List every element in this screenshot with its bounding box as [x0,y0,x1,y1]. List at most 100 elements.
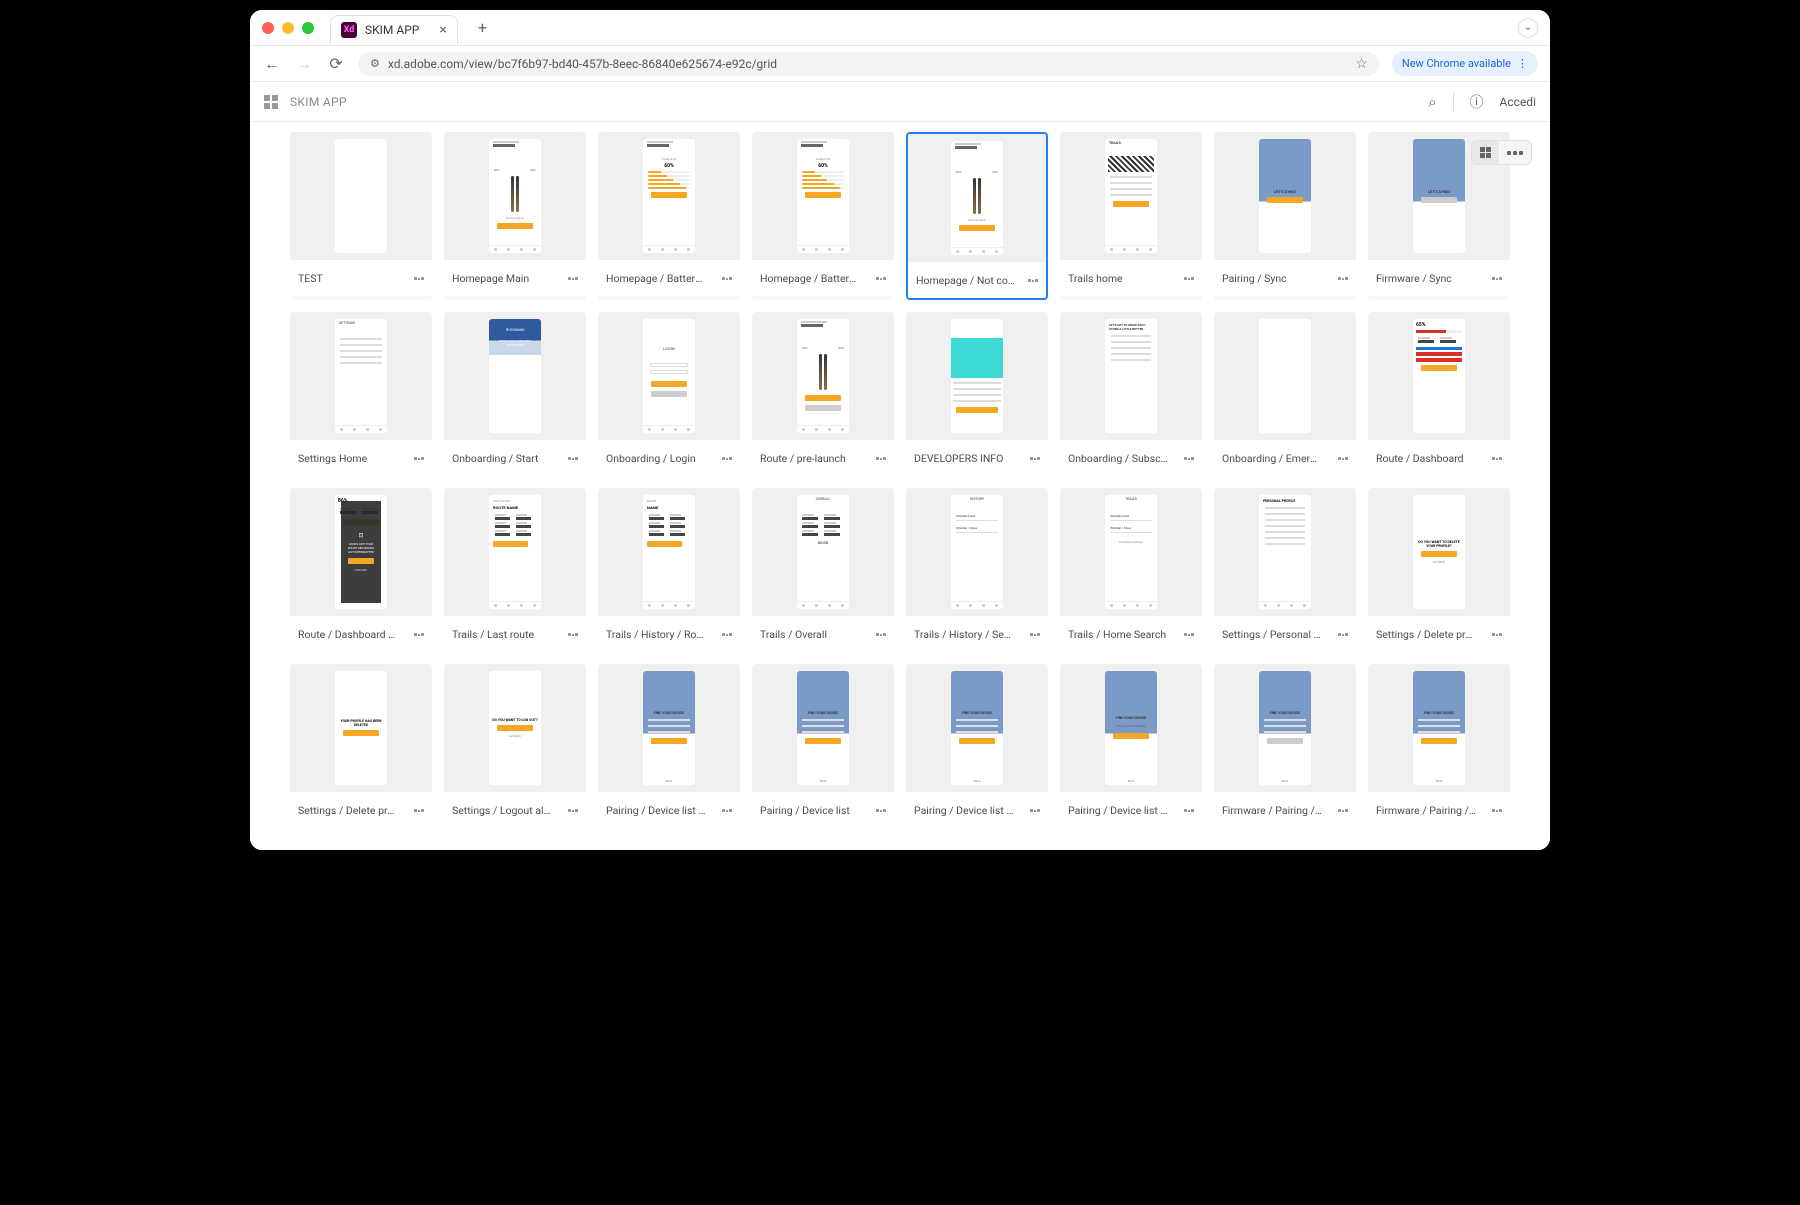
artboard-card[interactable]: LOGIN Onboarding / Login [598,312,740,476]
flow-icon[interactable] [1492,277,1502,280]
artboard-card[interactable]: LET'S SYNC! Pairing / Sync [1214,132,1356,300]
artboard-thumbnail: TRAILSWhistler/LandWhistler / SnowFavori… [1060,488,1202,616]
bookmark-star-icon[interactable]: ☆ [1355,56,1368,72]
forward-button[interactable]: → [294,54,314,74]
artboard-card[interactable]: SETTINGS Settings Home [290,312,432,476]
tabs-overflow-button[interactable]: ⌄ [1518,18,1538,38]
maximize-window-button[interactable] [302,22,314,34]
artboard-card[interactable]: ❄ ESKIMOREADY FOR YOUR NEXT ADVENTURE? O… [444,312,586,476]
artboard-card[interactable]: FIND YOUR DEVICEBack Firmware / Pairing … [1214,664,1356,828]
flow-icon[interactable] [568,277,578,280]
artboard-card[interactable]: FIND YOUR DEVICENothing found nearbyBack… [1060,664,1202,828]
grid-view-button[interactable] [1472,141,1499,164]
artboard-footer: Pairing / Device list / S… [906,792,1048,828]
artboard-card[interactable]: 60%60%Device name Homepage Main [444,132,586,300]
artboard-card[interactable]: Onboarding / Emerge… [1214,312,1356,476]
flow-icon[interactable] [876,277,886,280]
site-settings-icon[interactable]: ⚙ [370,57,380,70]
artboard-card[interactable]: TRAILSWhistler/LandWhistler / SnowFavori… [1060,488,1202,652]
flow-icon[interactable] [876,457,886,460]
url-field[interactable]: ⚙ xd.adobe.com/view/bc7f6b97-bd40-457b-8… [358,52,1380,76]
artboard-card[interactable]: FIND YOUR DEVICEBack Pairing / Device li… [752,664,894,828]
artboard-card[interactable]: FIND YOUR DEVICEBack Pairing / Device li… [906,664,1048,828]
flow-view-button[interactable] [1499,141,1531,164]
flow-icon[interactable] [1030,809,1040,812]
address-bar: ← → ⟳ ⚙ xd.adobe.com/view/bc7f6b97-bd40-… [250,46,1550,82]
flow-icon[interactable] [1184,809,1194,812]
artboard-thumbnail: ❄ ESKIMOREADY FOR YOUR NEXT ADVENTURE? [444,312,586,440]
new-tab-button[interactable]: + [472,16,493,39]
artboard-card[interactable]: DEVELOPERS INFO [906,312,1048,476]
artboard-thumbnail: FIND YOUR DEVICEBack [1214,664,1356,792]
flow-icon[interactable] [1028,279,1038,282]
search-icon[interactable]: ⌕ [1428,93,1436,111]
artboard-label: Pairing / Device list / S… [914,804,1014,817]
artboard-footer: Settings / Delete profil… [290,792,432,828]
flow-icon[interactable] [722,457,732,460]
flow-icon[interactable] [722,809,732,812]
artboard-footer: Pairing / Device list / Nothin… [1060,792,1202,828]
back-button[interactable]: ← [262,54,282,74]
artboard-thumbnail: HISTORYWhistler/LandWhistler / Snow [906,488,1048,616]
artboard-card[interactable]: DO YOU WANT TO LOG OUT?GO BACK Settings … [444,664,586,828]
close-window-button[interactable] [262,22,274,34]
home-grid-icon[interactable] [264,95,278,109]
artboard-card[interactable]: FIND YOUR DEVICEBack Firmware / Pairing … [1368,664,1510,828]
flow-icon[interactable] [722,633,732,636]
flow-icon[interactable] [722,277,732,280]
artboard-card[interactable]: TRAILS Trails home [1060,132,1202,300]
artboard-card[interactable]: PERSONAL PROFILE Settings / Personal pro… [1214,488,1356,652]
artboard-card[interactable]: 60%60% Route / pre-launch [752,312,894,476]
artboard-footer: Homepage / Battery d… [752,260,894,296]
minimize-window-button[interactable] [282,22,294,34]
artboard-footer: Trails / Overall [752,616,894,652]
signin-button[interactable]: Accedi [1500,95,1536,109]
chrome-update-chip[interactable]: New Chrome available ⋮ [1392,51,1538,76]
artboard-card[interactable]: DO YOU WANT TO DELETE YOUR PROFILE?GO BA… [1368,488,1510,652]
flow-icon[interactable] [568,809,578,812]
flow-icon[interactable] [1338,633,1348,636]
flow-icon[interactable] [414,633,424,636]
flow-icon[interactable] [568,457,578,460]
artboard-card[interactable]: LET'S GET TO KNOW EACH OTHER A LITTLE BE… [1060,312,1202,476]
help-icon[interactable]: ⓘ [1470,92,1484,112]
artboard-card[interactable]: ROUTENAME Trails / History / Route… [598,488,740,652]
flow-icon[interactable] [1492,457,1502,460]
url-text: xd.adobe.com/view/bc7f6b97-bd40-457b-8ee… [388,57,1347,71]
flow-icon[interactable] [876,633,886,636]
flow-icon[interactable] [1338,457,1348,460]
flow-icon[interactable] [568,633,578,636]
artboard-card[interactable]: 65% Route / Dashboard [1368,312,1510,476]
artboard-label: Trails / History / Route… [606,628,706,641]
flow-icon[interactable] [414,277,424,280]
artboard-card[interactable]: OVERALL00:00 Trails / Overall [752,488,894,652]
close-tab-button[interactable]: × [439,22,446,38]
artboard-card[interactable]: Today 8:3060% Homepage / Battery d… [598,132,740,300]
artboard-card[interactable]: LAST ROUTEROUTE NAME Trails / Last route [444,488,586,652]
artboard-card[interactable]: Today 8:3060% Homepage / Battery d… [752,132,894,300]
flow-icon[interactable] [1184,633,1194,636]
flow-icon[interactable] [876,809,886,812]
artboard-card[interactable]: 60%60%Device name Homepage / Not conn… [906,132,1048,300]
artboard-card[interactable]: FIND YOUR DEVICEBack Pairing / Device li… [598,664,740,828]
flow-icon[interactable] [1184,457,1194,460]
artboard-card[interactable]: 86%⊡LOOKS LIKE YOUR ROUTE RECORDING GOT … [290,488,432,652]
artboard-label: Onboarding / Emerge… [1222,452,1322,465]
artboard-footer: Onboarding / Emerge… [1214,440,1356,476]
flow-icon[interactable] [1492,633,1502,636]
flow-icon[interactable] [1184,277,1194,280]
flow-icon[interactable] [1338,809,1348,812]
flow-icon[interactable] [414,809,424,812]
artboard-label: Route / Dashboard / P… [298,628,398,641]
artboard-card[interactable]: TEST [290,132,432,300]
artboard-card[interactable]: HISTORYWhistler/LandWhistler / Snow Trai… [906,488,1048,652]
flow-icon[interactable] [1030,633,1040,636]
flow-icon[interactable] [1030,457,1040,460]
flow-icon[interactable] [1338,277,1348,280]
artboard-grid-container: TEST 60%60%Device name Homepage Main Tod… [250,122,1550,850]
artboard-card[interactable]: YOUR PROFILE HAS BEEN DELETED Settings /… [290,664,432,828]
reload-button[interactable]: ⟳ [326,54,346,73]
flow-icon[interactable] [414,457,424,460]
browser-tab[interactable]: Xd SKIM APP × [330,15,458,44]
flow-icon[interactable] [1492,809,1502,812]
